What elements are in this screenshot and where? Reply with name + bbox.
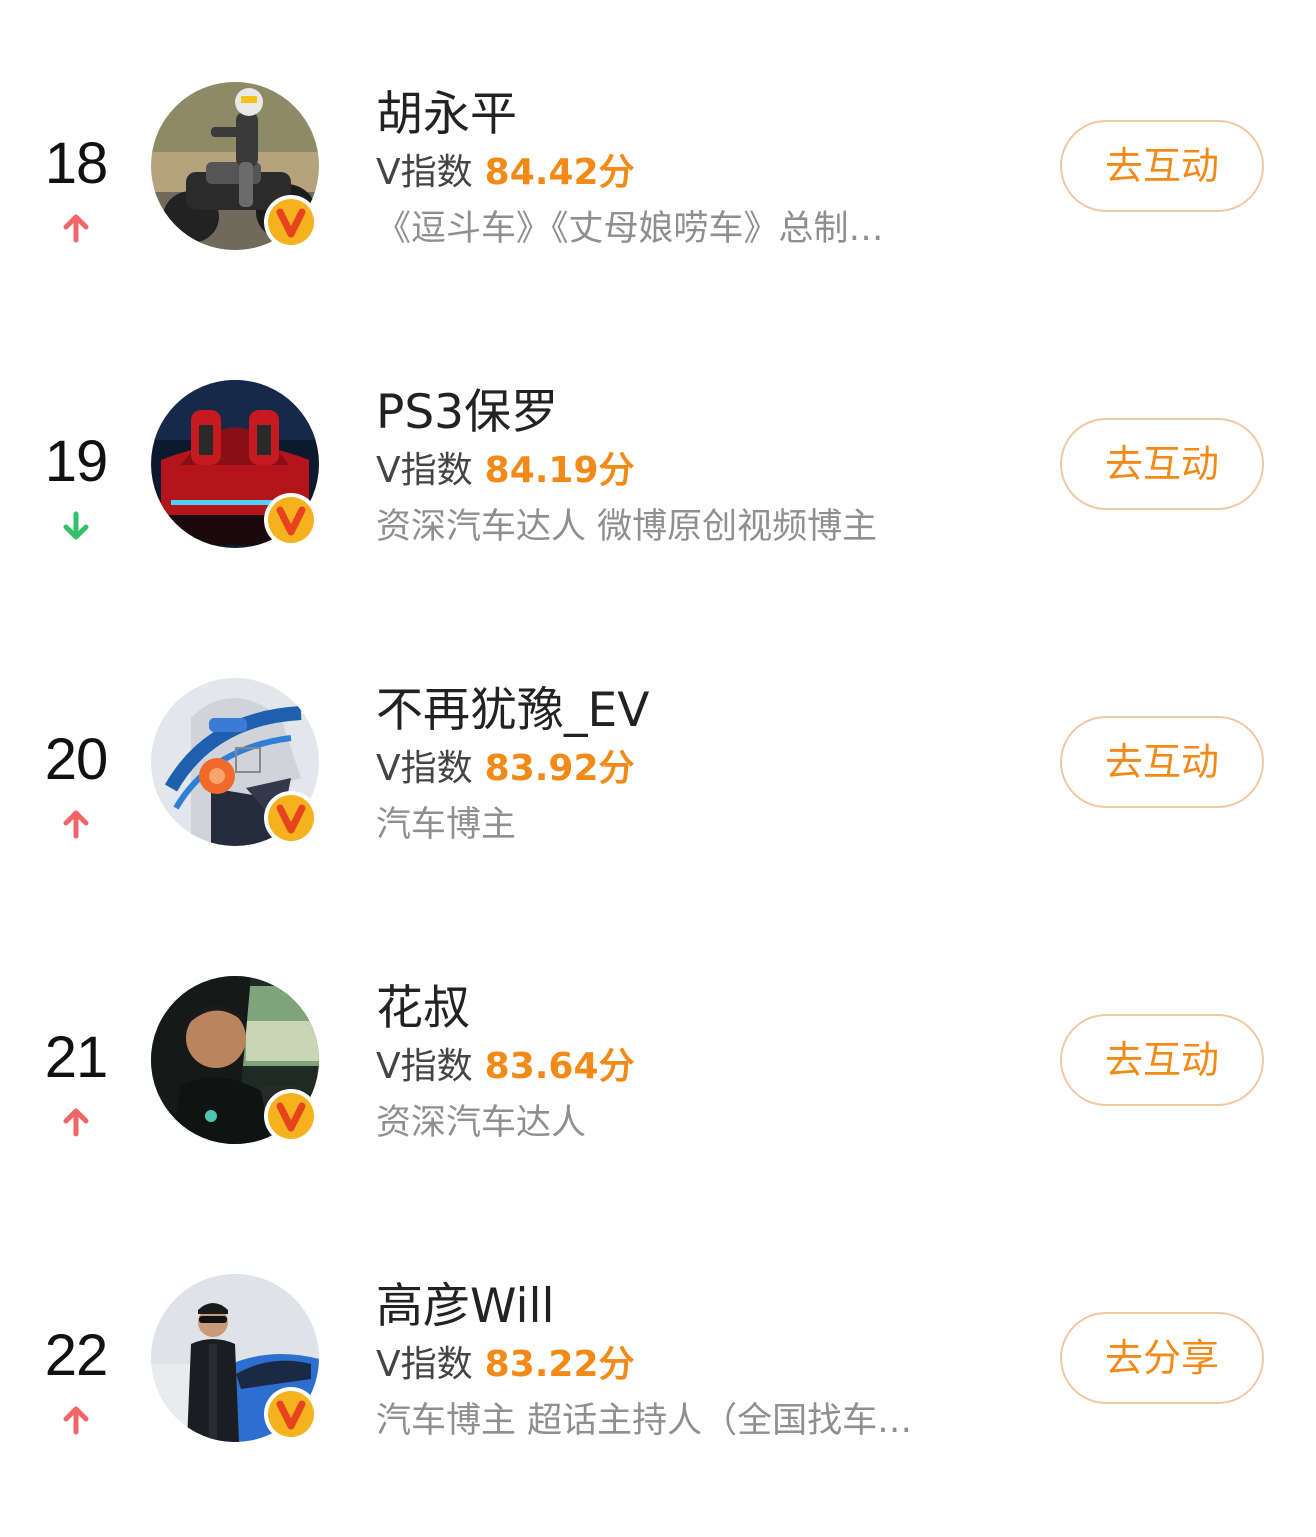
blogger-name[interactable]: PS3保罗 — [376, 382, 1016, 444]
entry-info: 胡永平 V指数 84.42分 《逗斗车》《丈母娘唠车》总制… — [376, 84, 1016, 258]
rank-number: 19 — [44, 429, 109, 494]
interact-button[interactable]: 去互动 — [1060, 418, 1264, 510]
score-line: V指数 83.22分 — [376, 1338, 1016, 1392]
rank-number: 20 — [44, 727, 109, 792]
interact-button[interactable]: 去互动 — [1060, 1014, 1264, 1106]
rank-number: 22 — [44, 1323, 109, 1388]
blogger-name[interactable]: 不再犹豫_EV — [376, 680, 1016, 742]
blogger-description: 汽车博主 超话主持人（全国找车… — [376, 1401, 913, 1441]
score-label: V指数 — [376, 748, 473, 789]
score-line: V指数 84.42分 — [376, 146, 1016, 200]
avatar[interactable] — [151, 380, 321, 550]
score-value: 84.19分 — [484, 450, 635, 491]
blogger-name[interactable]: 胡永平 — [376, 84, 1016, 146]
entry-info: 不再犹豫_EV V指数 83.92分 汽车博主 — [376, 680, 1016, 854]
blogger-description: 《逗斗车》《丈母娘唠车》总制… — [376, 209, 884, 249]
interact-button[interactable]: 去互动 — [1060, 120, 1264, 212]
score-label: V指数 — [376, 1046, 473, 1087]
verified-v-badge-icon — [263, 194, 319, 250]
arrow-down-icon — [60, 510, 92, 542]
verified-v-badge-icon — [263, 1088, 319, 1144]
score-label: V指数 — [376, 1344, 473, 1385]
rank-number: 18 — [44, 131, 109, 196]
score-line: V指数 84.19分 — [376, 444, 1016, 498]
score-value: 83.64分 — [484, 1046, 635, 1087]
score-value: 83.22分 — [484, 1344, 635, 1385]
score-value: 83.92分 — [484, 748, 635, 789]
avatar[interactable] — [151, 678, 321, 848]
verified-v-badge-icon — [263, 1386, 319, 1442]
blogger-description: 资深汽车达人 微博原创视频博主 — [376, 507, 878, 547]
verified-v-badge-icon — [263, 492, 319, 548]
score-label: V指数 — [376, 152, 473, 193]
score-line: V指数 83.64分 — [376, 1040, 1016, 1094]
arrow-up-icon — [60, 1404, 92, 1436]
avatar[interactable] — [151, 82, 321, 252]
avatar[interactable] — [151, 976, 321, 1146]
rank-number: 21 — [44, 1025, 109, 1090]
list-item[interactable]: 21 花叔 V指数 83.64分 资深汽车达人 去互动 — [0, 976, 1316, 1176]
entry-info: 花叔 V指数 83.64分 资深汽车达人 — [376, 978, 1016, 1152]
share-button[interactable]: 去分享 — [1060, 1312, 1264, 1404]
list-item[interactable]: 18 胡永平 V指数 84.42分 《逗斗车》《丈母娘唠车》总制… 去互动 — [0, 82, 1316, 282]
list-item[interactable]: 20 不再犹豫_EV V指数 83.92分 汽车博主 去互动 — [0, 678, 1316, 878]
list-item[interactable]: 19 PS3保罗 V指数 84.19分 资深汽车达人 微博原创视频博主 去互动 — [0, 380, 1316, 580]
avatar[interactable] — [151, 1274, 321, 1444]
arrow-up-icon — [60, 808, 92, 840]
score-line: V指数 83.92分 — [376, 742, 1016, 796]
entry-info: PS3保罗 V指数 84.19分 资深汽车达人 微博原创视频博主 — [376, 382, 1016, 556]
score-value: 84.42分 — [484, 152, 635, 193]
blogger-name[interactable]: 花叔 — [376, 978, 1016, 1040]
score-label: V指数 — [376, 450, 473, 491]
arrow-up-icon — [60, 1106, 92, 1138]
arrow-up-icon — [60, 212, 92, 244]
blogger-description: 资深汽车达人 — [376, 1103, 587, 1143]
blogger-description: 汽车博主 — [376, 805, 517, 845]
influencer-rank-list: 18 胡永平 V指数 84.42分 《逗斗车》《丈母娘唠车》总制… 去互动 19… — [0, 0, 1316, 1537]
entry-info: 高彦Will V指数 83.22分 汽车博主 超话主持人（全国找车… — [376, 1276, 1016, 1450]
blogger-name[interactable]: 高彦Will — [376, 1276, 1016, 1338]
list-item[interactable]: 22 高彦Will V指数 83.22分 汽车博主 超话主持人（全国找车… 去分… — [0, 1274, 1316, 1474]
verified-v-badge-icon — [263, 790, 319, 846]
interact-button[interactable]: 去互动 — [1060, 716, 1264, 808]
